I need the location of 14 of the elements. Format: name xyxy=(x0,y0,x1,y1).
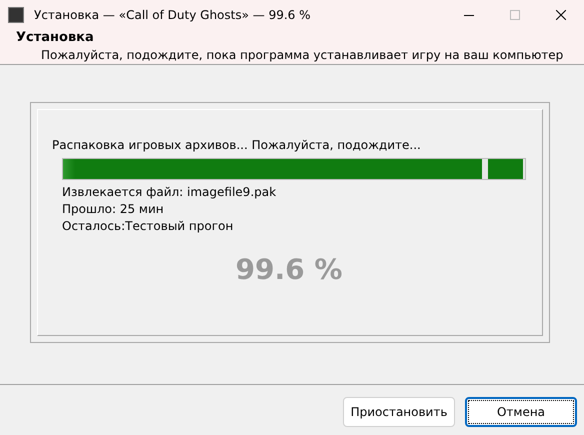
info-line: Осталось:Тестовый прогон xyxy=(62,218,234,235)
app-icon xyxy=(8,7,24,23)
close-icon[interactable] xyxy=(556,10,566,20)
header-subtitle: Пожалуйста, подождите, пока программа устанавливает игру на ваш компьютер xyxy=(41,48,564,62)
window-title: Установка — «Call of Duty Ghosts» — 99.6 % xyxy=(34,8,312,22)
info-line: Прошло: 25 мин xyxy=(62,201,165,218)
maximize-icon xyxy=(510,10,520,20)
header-title: Установка xyxy=(16,30,95,45)
percent-label: 99.6 % xyxy=(234,253,344,286)
info-line: Извлекается файл: imagefile9.pak xyxy=(62,184,278,201)
status-text: Распаковка игровых архивов... Пожалуйста, подождите... xyxy=(52,138,422,152)
minimize-icon[interactable] xyxy=(464,14,474,16)
cancel-button[interactable]: Отмена xyxy=(465,397,577,427)
pause-button[interactable]: Приостановить xyxy=(343,397,455,427)
